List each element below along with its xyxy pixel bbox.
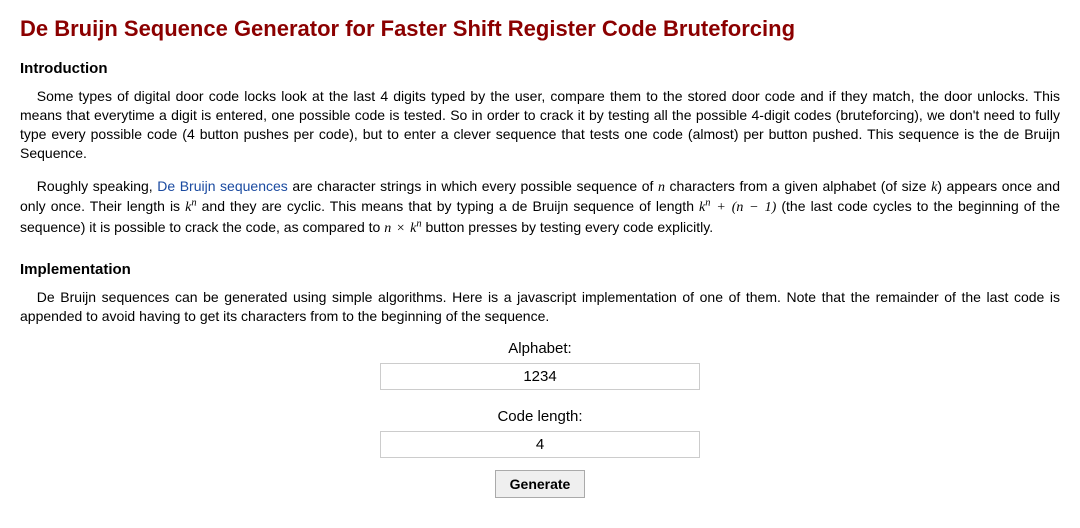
implementation-heading: Implementation [20,261,1060,278]
implementation-paragraph-1: De Bruijn sequences can be generated usi… [20,288,1060,326]
alphabet-label: Alphabet: [508,340,571,357]
intro-paragraph-1: Some types of digital door code locks lo… [20,87,1060,163]
intro-heading: Introduction [20,60,1060,77]
de-bruijn-link[interactable]: De Bruijn sequences [157,178,288,194]
alphabet-input[interactable] [380,363,700,390]
generator-form: Alphabet: Code length: Generate [20,340,1060,498]
code-length-label: Code length: [497,408,582,425]
intro-paragraph-2: Roughly speaking, De Bruijn sequences ar… [20,177,1060,240]
code-length-input[interactable] [380,431,700,458]
page-title: De Bruijn Sequence Generator for Faster … [20,16,1060,42]
generate-button[interactable]: Generate [495,470,586,498]
